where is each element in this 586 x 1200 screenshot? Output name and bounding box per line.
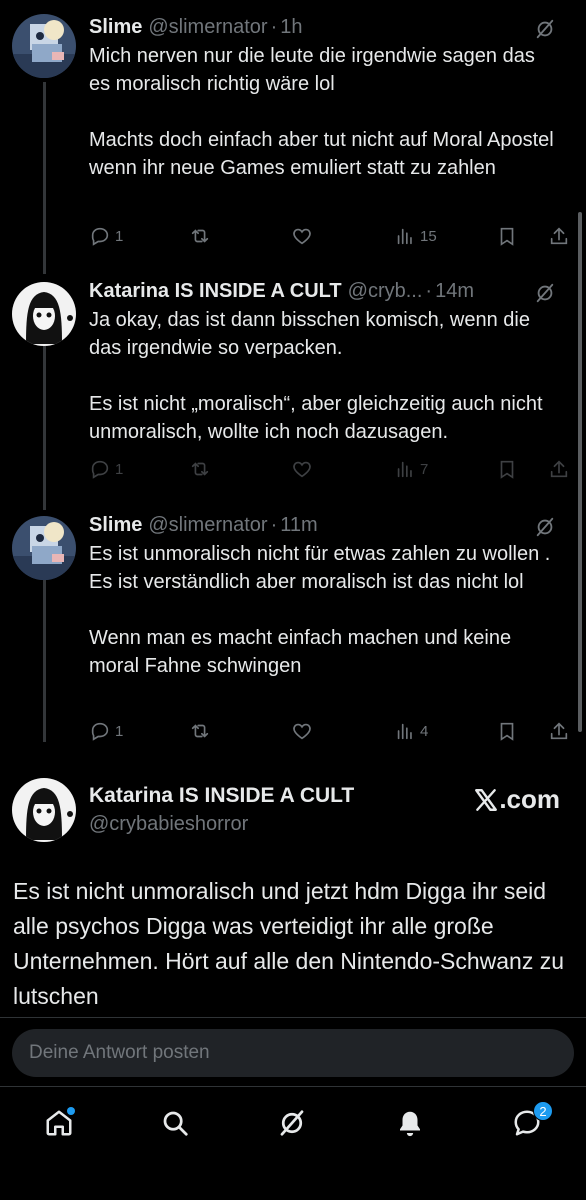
reply-count: 1	[115, 227, 124, 245]
bookmark-icon	[500, 722, 514, 741]
views-count: 7	[420, 460, 429, 478]
avatar-slime[interactable]	[12, 516, 76, 580]
reply-button[interactable]: 1	[89, 719, 123, 743]
messages-badge: 2	[533, 1101, 553, 1121]
bookmark-icon	[500, 227, 514, 246]
scrollbar[interactable]	[578, 212, 582, 732]
tweet[interactable]: Slime @slimernator · 11m Es ist unmorali…	[0, 510, 586, 750]
reply-count: 1	[115, 722, 124, 740]
author-handle[interactable]: @cryb...	[348, 280, 423, 303]
bookmark-button[interactable]	[496, 224, 522, 248]
reply-icon	[91, 722, 109, 741]
tweet-header: Katarina IS INSIDE A CULT @cryb... · 14m	[89, 276, 546, 306]
nav-messages[interactable]: 2	[507, 1101, 553, 1143]
repost-icon	[191, 462, 209, 476]
nav-search[interactable]	[155, 1103, 195, 1143]
views-count: 4	[420, 722, 429, 740]
x-logo-icon	[475, 788, 498, 811]
share-button[interactable]	[548, 719, 574, 743]
x-com-source: .com	[473, 784, 560, 815]
reply-input[interactable]	[12, 1029, 574, 1077]
avatar-katarina[interactable]	[12, 282, 76, 346]
tweet-actions: 1 15	[89, 224, 574, 248]
tweet[interactable]: Slime @slimernator · 1h Mich nerven nur …	[0, 12, 586, 257]
like-button[interactable]	[291, 224, 317, 248]
tweet-actions: 1 7	[89, 457, 574, 481]
author-handle[interactable]: @crybabieshorror	[89, 813, 248, 836]
main-tweet-text: Es ist nicht unmoralisch und jetzt hdm D…	[13, 878, 565, 1009]
search-icon	[163, 1111, 188, 1136]
timestamp[interactable]: 1h	[280, 16, 302, 39]
share-icon	[550, 227, 568, 245]
repost-icon	[191, 724, 209, 738]
author-name[interactable]: Slime	[89, 16, 142, 39]
repost-icon	[191, 229, 209, 243]
tweet-text: Ja okay, das ist dann bisschen komisch, …	[89, 309, 543, 443]
like-button[interactable]	[291, 457, 317, 481]
views-icon	[397, 461, 412, 478]
share-button[interactable]	[548, 457, 574, 481]
avatar-slime[interactable]	[12, 14, 76, 78]
author-name[interactable]: Slime	[89, 514, 142, 537]
bookmark-button[interactable]	[496, 719, 522, 743]
share-button[interactable]	[548, 224, 574, 248]
reply-button[interactable]: 1	[89, 224, 123, 248]
author-handle[interactable]: @slimernator	[148, 514, 267, 537]
avatar-katarina[interactable]	[12, 778, 76, 842]
source-label: .com	[499, 784, 560, 814]
views-button[interactable]: 15	[394, 224, 437, 248]
tweet[interactable]: Katarina IS INSIDE A CULT @cryb... · 14m…	[0, 276, 586, 496]
timestamp[interactable]: 14m	[435, 280, 474, 303]
bookmark-icon	[500, 460, 514, 479]
separator-dot: ·	[425, 279, 433, 302]
tweet-header: Slime @slimernator · 1h	[89, 12, 546, 42]
tweet-text: Mich nerven nur die leute die irgendwie …	[89, 45, 554, 179]
tweet-actions: 1 4	[89, 719, 574, 743]
bottom-nav: 2	[0, 1086, 586, 1200]
nav-home[interactable]	[39, 1103, 79, 1143]
repost-button[interactable]	[189, 719, 215, 743]
reply-bar	[0, 1017, 586, 1085]
author-handle[interactable]: @slimernator	[148, 16, 267, 39]
tweet-text: Es ist unmoralisch nicht für etwas zahle…	[89, 543, 551, 677]
views-button[interactable]: 7	[394, 457, 428, 481]
views-icon	[397, 723, 412, 740]
repost-button[interactable]	[189, 457, 215, 481]
tweet-header: Slime @slimernator · 11m	[89, 510, 546, 540]
views-icon	[397, 228, 412, 245]
bell-icon	[400, 1111, 420, 1137]
grok-icon[interactable]	[534, 18, 556, 40]
share-icon	[550, 460, 568, 478]
reply-icon	[91, 227, 109, 246]
heart-icon	[293, 228, 311, 245]
reply-icon	[91, 460, 109, 479]
nav-grok[interactable]	[272, 1103, 312, 1143]
separator-dot: ·	[270, 15, 278, 38]
views-button[interactable]: 4	[394, 719, 428, 743]
author-name[interactable]: Katarina IS INSIDE A CULT	[89, 784, 354, 808]
reply-button[interactable]: 1	[89, 457, 123, 481]
views-count: 15	[420, 227, 437, 245]
grok-icon[interactable]	[534, 516, 556, 538]
author-name[interactable]: Katarina IS INSIDE A CULT	[89, 280, 342, 303]
share-icon	[550, 722, 568, 740]
reply-count: 1	[115, 460, 124, 478]
timestamp[interactable]: 11m	[280, 514, 317, 537]
heart-icon	[293, 461, 311, 478]
grok-icon[interactable]	[534, 282, 556, 304]
nav-notifications[interactable]	[390, 1103, 430, 1143]
separator-dot: ·	[270, 513, 278, 536]
grok-icon	[280, 1110, 304, 1136]
heart-icon	[293, 723, 311, 740]
notification-dot	[67, 1107, 75, 1115]
like-button[interactable]	[291, 719, 317, 743]
repost-button[interactable]	[189, 224, 215, 248]
bookmark-button[interactable]	[496, 457, 522, 481]
